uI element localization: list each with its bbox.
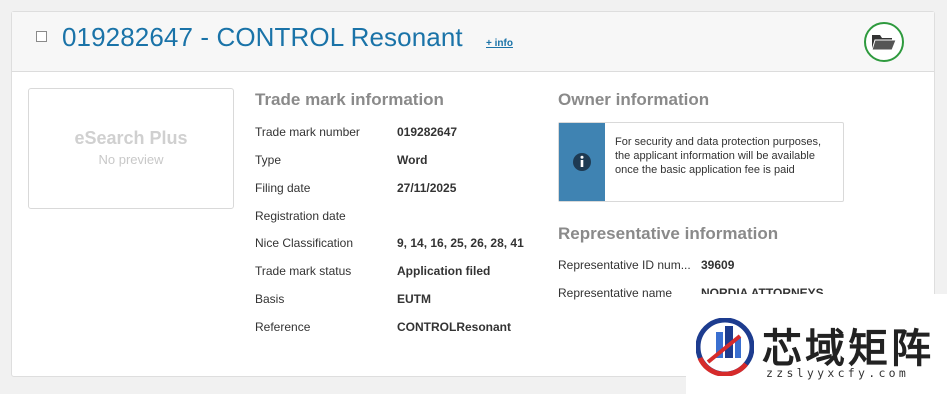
tm-number-label: Trade mark number bbox=[255, 125, 360, 139]
rep-id-label: Representative ID num... bbox=[558, 258, 691, 272]
watermark: 芯域矩阵 zzslyyxcfy.com bbox=[686, 294, 947, 394]
notice-text: For security and data protection purpose… bbox=[615, 136, 822, 176]
open-folder-button[interactable] bbox=[864, 22, 904, 62]
filing-date-label: Filing date bbox=[255, 181, 311, 195]
status-value: Application filed bbox=[397, 264, 491, 278]
preview-subtitle: No preview bbox=[98, 152, 164, 167]
watermark-text-en: zzslyyxcfy.com bbox=[766, 366, 910, 380]
trademark-info-heading: Trade mark information bbox=[255, 90, 444, 109]
rep-name-label: Representative name bbox=[558, 286, 673, 300]
representative-info-heading: Representative information bbox=[558, 224, 779, 243]
tm-number-value: 019282647 bbox=[397, 125, 458, 139]
status-label: Trade mark status bbox=[255, 264, 352, 278]
notice-icon-bar bbox=[559, 123, 605, 201]
image-preview: eSearch Plus No preview bbox=[28, 88, 234, 209]
reference-value: CONTROLResonant bbox=[397, 320, 511, 334]
nice-classification-value: 9, 14, 16, 25, 26, 28, 41 bbox=[397, 236, 524, 250]
rep-id-value: 39609 bbox=[701, 258, 735, 272]
info-icon bbox=[573, 153, 591, 171]
card-header: 019282647 - CONTROL Resonant + info bbox=[12, 12, 934, 72]
owner-info-heading: Owner information bbox=[558, 90, 710, 109]
reference-label: Reference bbox=[255, 320, 311, 334]
trademark-title[interactable]: 019282647 - CONTROL Resonant bbox=[62, 22, 463, 53]
owner-notice: For security and data protection purpose… bbox=[558, 122, 844, 202]
nice-classification-label: Nice Classification bbox=[255, 236, 354, 250]
select-checkbox[interactable] bbox=[36, 31, 47, 42]
basis-label: Basis bbox=[255, 292, 285, 306]
watermark-logo-icon bbox=[696, 318, 754, 376]
basis-value: EUTM bbox=[397, 292, 431, 306]
open-folder-icon bbox=[871, 35, 897, 51]
more-info-link[interactable]: + info bbox=[486, 38, 513, 49]
type-value: Word bbox=[397, 153, 428, 167]
registration-date-label: Registration date bbox=[255, 209, 346, 223]
filing-date-value: 27/11/2025 bbox=[397, 181, 457, 195]
type-label: Type bbox=[255, 153, 282, 167]
preview-title: eSearch Plus bbox=[74, 128, 188, 148]
